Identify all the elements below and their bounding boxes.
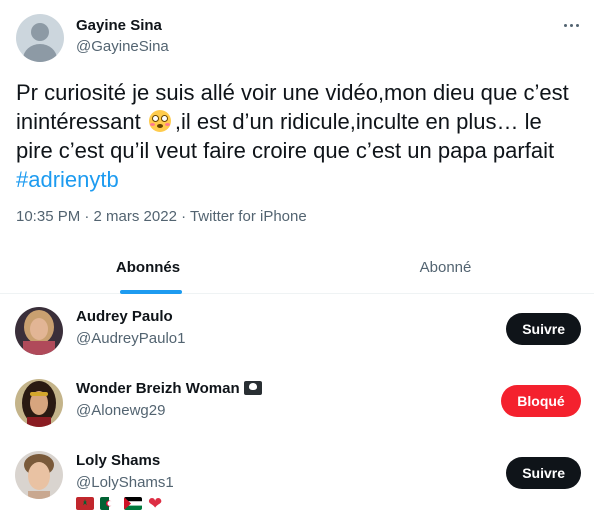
author-handle[interactable]: @GayineSina bbox=[76, 38, 169, 55]
avatar[interactable] bbox=[15, 379, 63, 427]
avatar[interactable] bbox=[15, 451, 63, 499]
tab-following[interactable]: Abonné bbox=[297, 246, 594, 294]
tab-followers-label: Abonnés bbox=[115, 259, 181, 276]
user-name-text: Wonder Breizh Woman bbox=[76, 380, 240, 397]
user-handle: @AudreyPaulo1 bbox=[76, 330, 186, 347]
blocked-button[interactable]: Bloqué bbox=[501, 385, 581, 417]
tweet-text: Pr curiosité je suis allé voir une vidéo… bbox=[16, 78, 576, 194]
active-tab-indicator bbox=[120, 290, 182, 294]
follow-button[interactable]: Suivre bbox=[506, 313, 581, 345]
author-avatar[interactable] bbox=[16, 14, 64, 62]
red-heart-icon: ❤ bbox=[148, 494, 163, 513]
user-handle: @Alonewg29 bbox=[76, 402, 166, 419]
author-name[interactable]: Gayine Sina bbox=[76, 17, 162, 34]
default-avatar-head bbox=[31, 23, 49, 41]
default-avatar-body bbox=[23, 44, 57, 62]
morocco-flag-icon bbox=[76, 497, 94, 510]
palestine-flag-icon bbox=[124, 497, 142, 510]
user-row-loly-shams[interactable]: Loly Shams @LolyShams1 Suivre ❤ bbox=[0, 439, 594, 521]
flushed-face-emoji bbox=[148, 110, 171, 132]
tweet-meta: 10:35 PM · 2 mars 2022 · Twitter for iPh… bbox=[16, 208, 307, 225]
user-name[interactable]: Audrey Paulo bbox=[76, 308, 173, 325]
tab-following-label: Abonné bbox=[419, 259, 472, 276]
avatar[interactable] bbox=[15, 307, 63, 355]
more-horizontal-icon[interactable] bbox=[561, 16, 583, 36]
user-row-audrey-paulo[interactable]: Audrey Paulo @AudreyPaulo1 Suivre bbox=[0, 295, 594, 367]
user-handle: @LolyShams1 bbox=[76, 474, 174, 491]
tabs-bar: Abonnés Abonné bbox=[0, 246, 594, 294]
skull-crossbones-flag-icon bbox=[243, 381, 262, 395]
hashtag-link[interactable]: #adrienytb bbox=[16, 167, 119, 192]
tab-followers[interactable]: Abonnés bbox=[0, 246, 297, 294]
follow-button[interactable]: Suivre bbox=[506, 457, 581, 489]
user-name[interactable]: Loly Shams bbox=[76, 452, 160, 469]
algeria-flag-icon bbox=[100, 497, 118, 510]
user-row-wonder-breizh-woman[interactable]: Wonder Breizh Woman @Alonewg29 Bloqué bbox=[0, 367, 594, 439]
user-name[interactable]: Wonder Breizh Woman bbox=[76, 380, 262, 397]
